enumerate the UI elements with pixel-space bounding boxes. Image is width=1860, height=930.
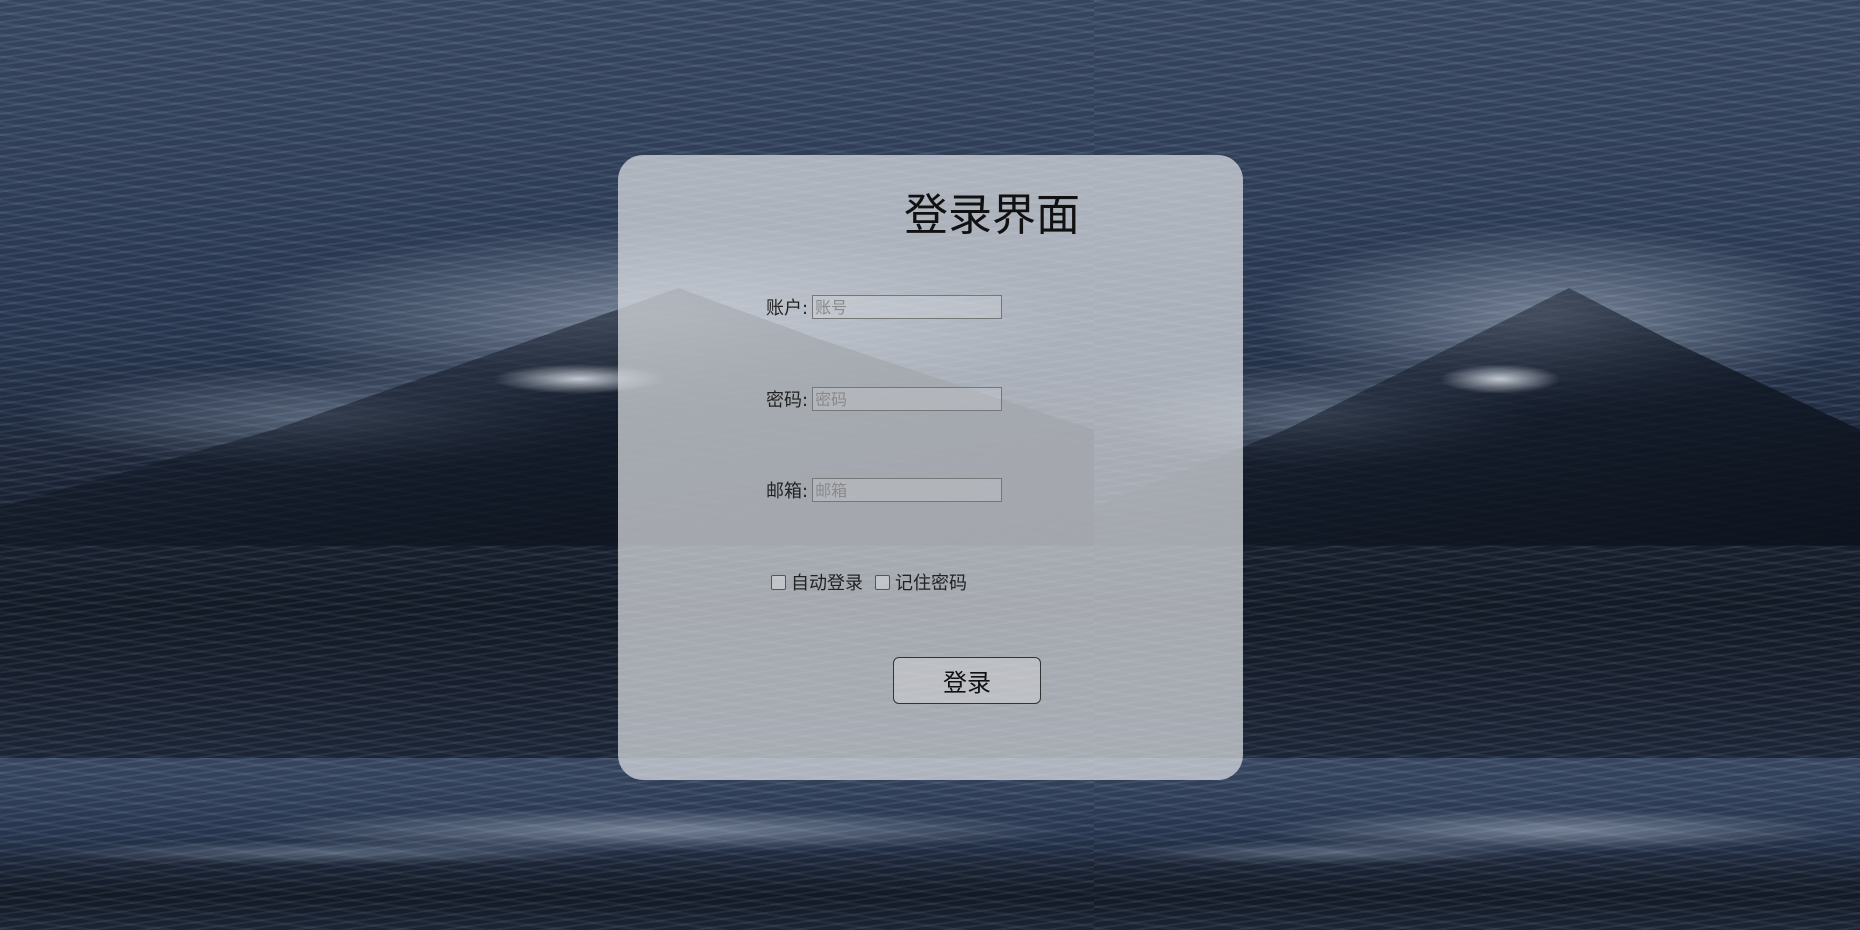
account-row: 账户:	[766, 294, 1003, 320]
auto-login-label: 自动登录	[791, 573, 863, 594]
email-input[interactable]	[812, 478, 1003, 502]
auto-login-option[interactable]: 自动登录	[771, 569, 863, 595]
ocean-background-image	[1094, 758, 1860, 930]
email-row: 邮箱:	[766, 477, 1003, 503]
login-panel: 登录界面 账户: 密码: 邮箱: 自动登录 记住密码 登录	[618, 155, 1243, 780]
password-input[interactable]	[812, 387, 1003, 411]
login-page: 登录界面 账户: 密码: 邮箱: 自动登录 记住密码 登录	[0, 0, 1860, 930]
password-label: 密码:	[766, 390, 809, 411]
login-options: 自动登录 记住密码	[771, 569, 967, 595]
email-label: 邮箱:	[766, 481, 809, 502]
account-input[interactable]	[812, 295, 1003, 319]
login-button[interactable]: 登录	[893, 657, 1041, 704]
remember-password-label: 记住密码	[895, 573, 967, 594]
account-label: 账户:	[766, 298, 809, 319]
page-title: 登录界面	[904, 190, 1080, 241]
ocean-background-image	[0, 758, 1094, 930]
auto-login-checkbox[interactable]	[771, 574, 786, 590]
remember-password-option[interactable]: 记住密码	[875, 569, 967, 595]
password-row: 密码:	[766, 386, 1003, 412]
remember-password-checkbox[interactable]	[875, 574, 890, 590]
